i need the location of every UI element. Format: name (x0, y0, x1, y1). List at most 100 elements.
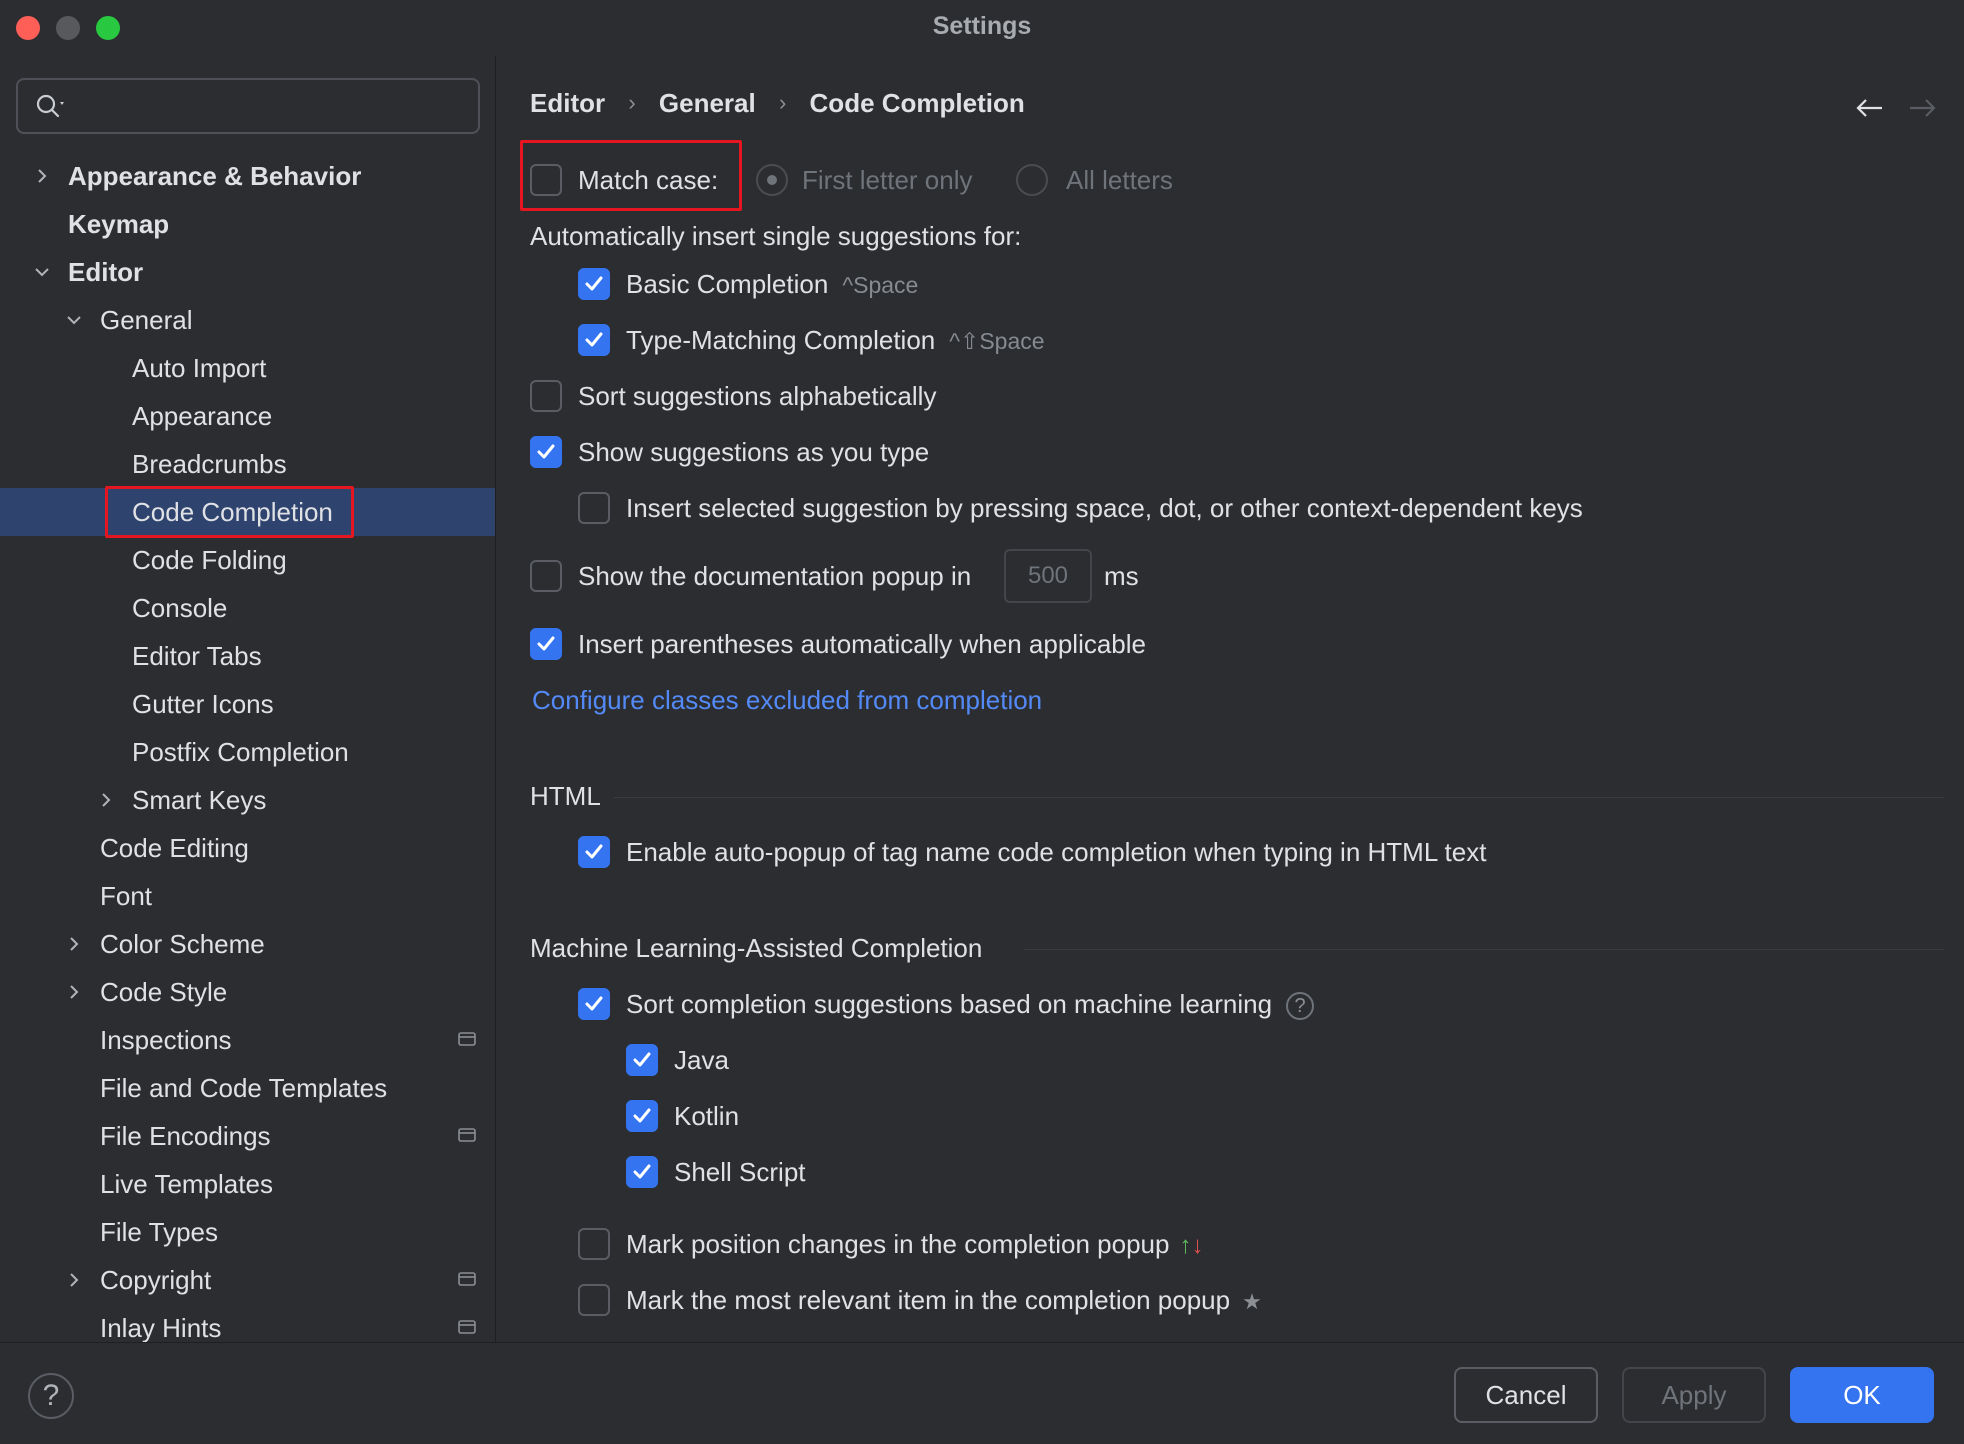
sidebar-item-file-types[interactable]: File Types (0, 1208, 495, 1256)
sidebar-item-appearance-behavior[interactable]: Appearance & Behavior (0, 152, 495, 200)
sidebar-item-label: Editor Tabs (132, 641, 262, 671)
sidebar-item-file-and-code-templates[interactable]: File and Code Templates (0, 1064, 495, 1112)
sort-alpha-checkbox[interactable] (530, 380, 562, 412)
ml-section-title: Machine Learning-Assisted Completion (530, 933, 983, 963)
html-section-divider (614, 797, 1944, 798)
sidebar-item-code-completion[interactable]: Code Completion (0, 486, 495, 538)
configure-excluded-classes-link[interactable]: Configure classes excluded from completi… (532, 678, 1042, 722)
sidebar-item-code-editing[interactable]: Code Editing (0, 824, 495, 872)
insert-selected-label: Insert selected suggestion by pressing s… (626, 493, 1583, 523)
ml-kotlin-checkbox[interactable] (626, 1100, 658, 1132)
sidebar-item-live-templates[interactable]: Live Templates (0, 1160, 495, 1208)
insert-parens-checkbox[interactable] (530, 628, 562, 660)
mark-relevant-label: Mark the most relevant item in the compl… (626, 1285, 1231, 1315)
insert-selected-checkbox[interactable] (578, 492, 610, 524)
sidebar-item-label: Breadcrumbs (132, 449, 287, 479)
sidebar-item-inlay-hints[interactable]: Inlay Hints (0, 1304, 495, 1342)
sidebar-item-file-encodings[interactable]: File Encodings (0, 1112, 495, 1160)
sidebar-item-console[interactable]: Console (0, 584, 495, 632)
help-icon[interactable]: ? (1286, 992, 1315, 1021)
ml-sort-checkbox[interactable] (578, 988, 610, 1020)
window-title: Settings (932, 12, 1032, 40)
sidebar-item-label: General (100, 305, 193, 335)
sidebar-item-gutter-icons[interactable]: Gutter Icons (0, 680, 495, 728)
search-box[interactable] (16, 78, 480, 134)
ml-java-checkbox[interactable] (626, 1044, 658, 1076)
chevron-right-icon[interactable] (66, 984, 82, 1000)
breadcrumb: Editor › General › Code Completion (530, 86, 1025, 119)
chevron-right-icon[interactable] (66, 936, 82, 952)
chevron-down-icon[interactable] (66, 312, 82, 328)
sidebar-item-code-style[interactable]: Code Style (0, 968, 495, 1016)
sidebar-item-label: Editor (68, 257, 144, 287)
doc-popup-unit: ms (1104, 561, 1139, 591)
all-letters-option: All letters (1016, 158, 1216, 202)
sidebar-item-inspections[interactable]: Inspections (0, 1016, 495, 1064)
position-change-arrows-icon: ↑↓ (1179, 1232, 1204, 1260)
match-case-highlight (520, 140, 742, 211)
first-letter-option: First letter only (756, 158, 996, 202)
sidebar-item-auto-import[interactable]: Auto Import (0, 344, 495, 392)
forward-arrow-icon[interactable] (1906, 92, 1938, 124)
chevron-right-icon[interactable] (66, 1272, 82, 1288)
mark-relevant-checkbox[interactable] (578, 1284, 610, 1316)
sidebar-item-font[interactable]: Font (0, 872, 495, 920)
sidebar-item-code-folding[interactable]: Code Folding (0, 536, 495, 584)
basic-completion-shortcut: ^Space (842, 272, 919, 298)
html-autopopup-checkbox[interactable] (578, 836, 610, 868)
sidebar-item-editor-tabs[interactable]: Editor Tabs (0, 632, 495, 680)
show-suggestions-label: Show suggestions as you type (578, 437, 930, 467)
mark-position-checkbox[interactable] (578, 1228, 610, 1260)
back-arrow-icon[interactable] (1854, 92, 1886, 124)
sidebar-item-label: Postfix Completion (132, 737, 349, 767)
all-letters-label: All letters (1066, 165, 1173, 195)
chevron-right-icon[interactable] (98, 792, 114, 808)
basic-completion-checkbox[interactable] (578, 268, 610, 300)
ok-button[interactable]: OK (1790, 1367, 1934, 1423)
breadcrumb-item-general[interactable]: General (659, 88, 756, 119)
project-level-icon (458, 1320, 476, 1334)
sidebar-item-keymap[interactable]: Keymap (0, 200, 495, 248)
insert-parens-label: Insert parentheses automatically when ap… (578, 629, 1147, 659)
search-input[interactable] (82, 88, 462, 124)
sidebar-item-label: Smart Keys (132, 785, 267, 815)
doc-popup-label: Show the documentation popup in (578, 561, 972, 591)
doc-popup-delay-input[interactable]: 500 (1004, 549, 1092, 603)
html-section-title: HTML (530, 781, 601, 811)
show-suggestions-checkbox[interactable] (530, 436, 562, 468)
help-button[interactable]: ? (28, 1373, 74, 1419)
basic-completion-label: Basic Completion (626, 269, 829, 299)
sidebar-item-label: Font (100, 881, 153, 911)
sidebar-item-breadcrumbs[interactable]: Breadcrumbs (0, 440, 495, 488)
star-icon: ★ (1242, 1289, 1262, 1314)
auto-insert-heading: Automatically insert single suggestions … (530, 221, 1022, 251)
sidebar-item-general[interactable]: General (0, 296, 495, 344)
chevron-right-icon[interactable] (34, 168, 50, 184)
sidebar-item-smart-keys[interactable]: Smart Keys (0, 776, 495, 824)
mark-position-label: Mark position changes in the completion … (626, 1229, 1170, 1259)
breadcrumb-item-editor[interactable]: Editor (530, 88, 605, 119)
settings-sidebar: Appearance & Behavior Keymap Editor General… (0, 56, 496, 1342)
apply-button[interactable]: Apply (1622, 1367, 1766, 1423)
sidebar-item-label: File and Code Templates (100, 1073, 388, 1103)
chevron-down-icon[interactable] (34, 264, 50, 280)
ml-kotlin-label: Kotlin (674, 1101, 740, 1131)
title-bar: Settings (0, 0, 1964, 56)
cancel-button[interactable]: Cancel (1454, 1367, 1598, 1423)
sidebar-item-copyright[interactable]: Copyright (0, 1256, 495, 1304)
sidebar-item-label: Appearance (132, 401, 273, 431)
type-matching-shortcut: ^⇧Space (949, 328, 1045, 354)
ml-shell-checkbox[interactable] (626, 1156, 658, 1188)
ml-section-divider (1024, 949, 1944, 950)
doc-popup-checkbox[interactable] (530, 560, 562, 592)
sidebar-item-label: File Types (100, 1217, 219, 1247)
sidebar-item-postfix-completion[interactable]: Postfix Completion (0, 728, 495, 776)
html-autopopup-label: Enable auto-popup of tag name code compl… (626, 837, 1487, 867)
sidebar-item-label: Live Templates (100, 1169, 273, 1199)
all-letters-radio (1016, 164, 1048, 196)
sidebar-item-label: Color Scheme (100, 929, 265, 959)
sidebar-item-appearance[interactable]: Appearance (0, 392, 495, 440)
type-matching-checkbox[interactable] (578, 324, 610, 356)
sidebar-item-editor[interactable]: Editor (0, 248, 495, 296)
sidebar-item-color-scheme[interactable]: Color Scheme (0, 920, 495, 968)
